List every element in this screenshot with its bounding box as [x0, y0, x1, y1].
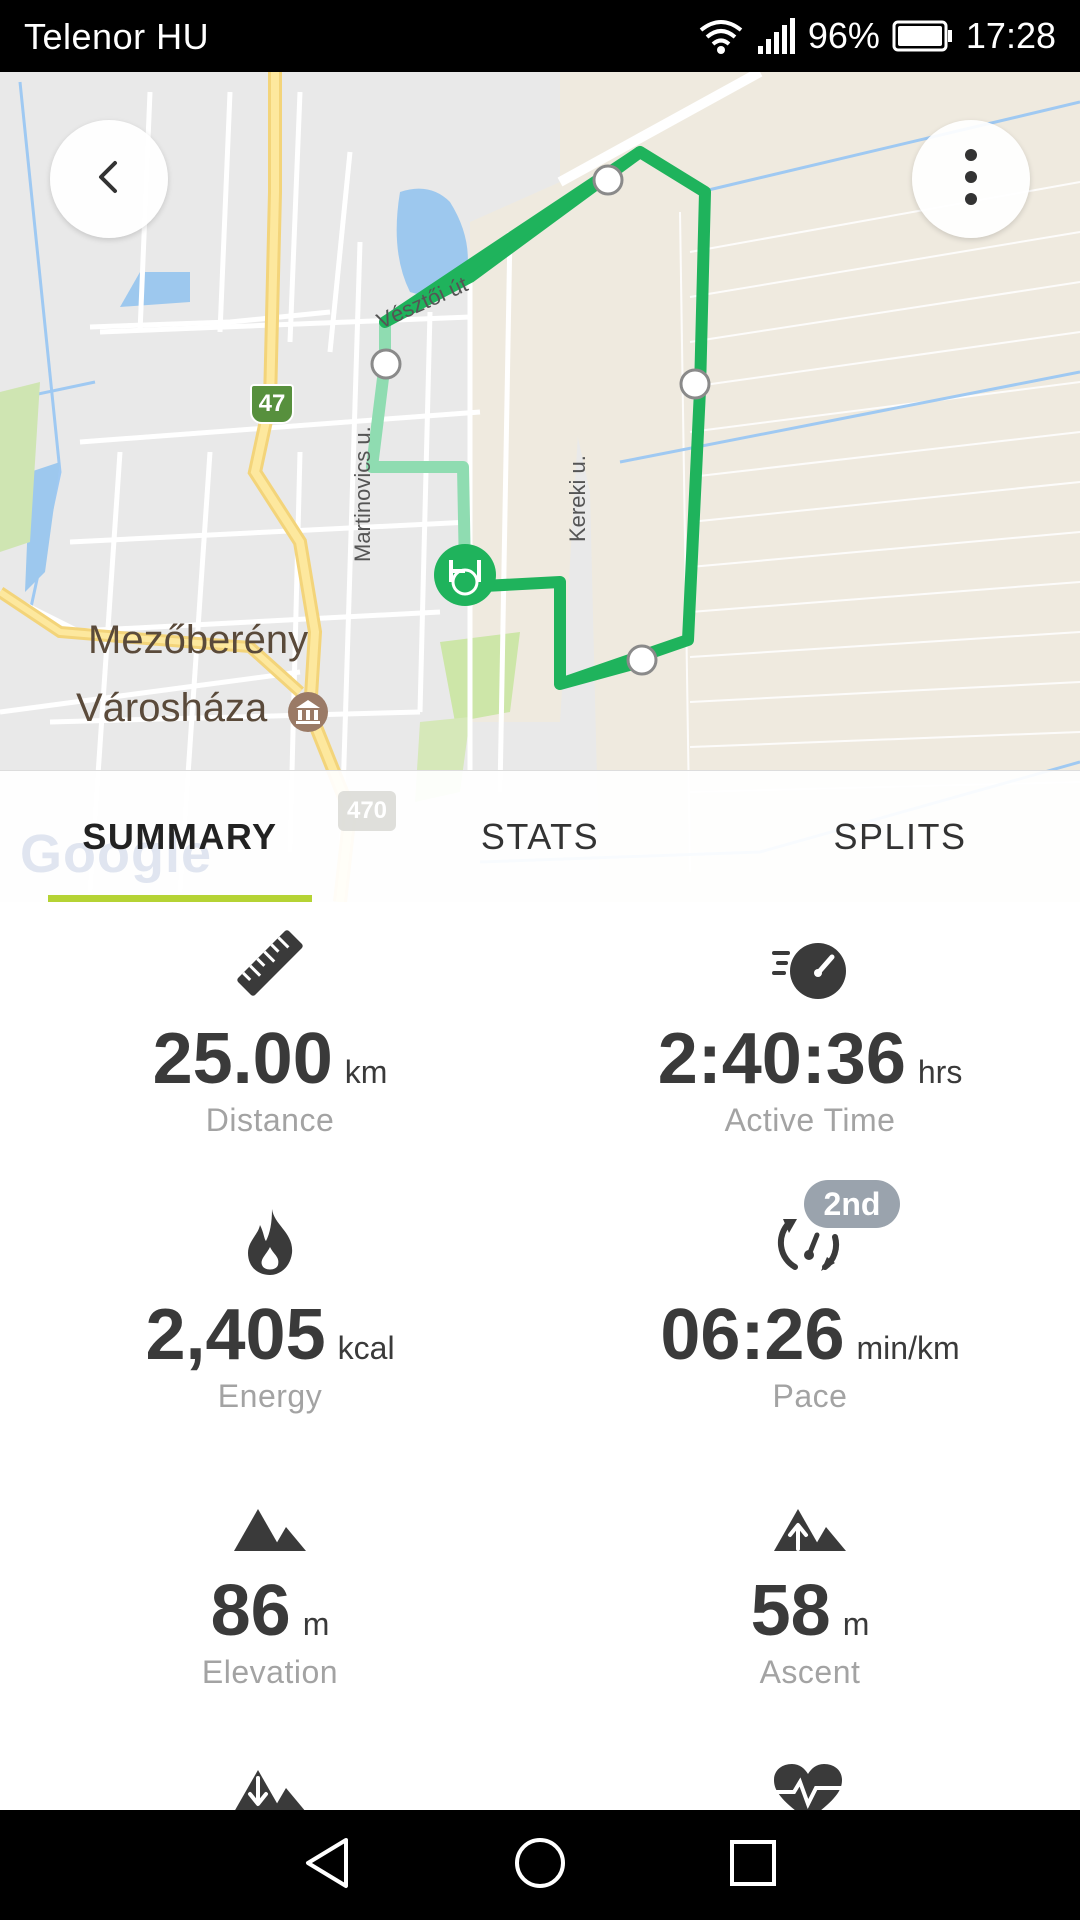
pace-rank-badge: 2nd — [804, 1180, 900, 1228]
stat-pace-value: 06:26 — [660, 1295, 845, 1375]
stat-pace-label: Pace — [772, 1378, 848, 1414]
map-label-townhall: Városháza — [76, 686, 268, 730]
stat-active-time-unit: hrs — [917, 1054, 963, 1090]
nav-home-icon — [513, 1836, 567, 1895]
stat-ascent-value: 58 — [750, 1571, 831, 1651]
road-47-label: 47 — [258, 390, 286, 417]
speedometer-icon — [772, 937, 848, 1006]
ruler-icon — [232, 925, 308, 1006]
map-label-town: Mezőberény — [88, 618, 309, 662]
battery-icon — [892, 20, 954, 52]
carrier-name: Telenor HU — [24, 16, 210, 57]
heart-rate-icon — [770, 1762, 846, 1810]
tab-summary[interactable]: SUMMARY — [48, 771, 312, 903]
stat-energy-value: 2,405 — [145, 1295, 326, 1375]
more-vert-icon — [961, 147, 981, 212]
battery-percent: 96% — [807, 15, 880, 56]
nav-recents-icon — [728, 1838, 778, 1893]
townhall-icon — [286, 690, 330, 739]
stat-ascent: 58 m Ascent — [540, 1478, 1080, 1691]
road-470-label: 470 — [346, 797, 388, 824]
stat-elevation-value: 86 — [210, 1571, 291, 1651]
stat-distance-unit: km — [344, 1054, 388, 1090]
stat-energy-unit: kcal — [337, 1330, 395, 1366]
tab-stats[interactable]: STATS — [400, 771, 680, 903]
stat-distance-value: 25.00 — [152, 1019, 333, 1099]
stat-energy: 2,405 kcal Energy — [0, 1202, 540, 1415]
back-button[interactable] — [50, 120, 168, 238]
nav-recents-button[interactable] — [713, 1825, 793, 1905]
stat-active-time: 2:40:36 hrs Active Time — [540, 926, 1080, 1139]
stat-energy-label: Energy — [217, 1378, 323, 1414]
more-options-button[interactable] — [912, 120, 1030, 238]
ascent-icon — [772, 1505, 848, 1558]
stat-pace-unit: min/km — [856, 1330, 960, 1366]
nav-home-button[interactable] — [500, 1825, 580, 1905]
flame-icon — [242, 1207, 298, 1282]
system-nav-bar — [0, 1810, 1080, 1920]
back-icon — [89, 157, 129, 202]
road-shield-47: 47 — [250, 384, 294, 424]
stat-ascent-unit: m — [842, 1606, 870, 1642]
stat-active-time-value: 2:40:36 — [657, 1019, 906, 1099]
stat-ascent-label: Ascent — [759, 1654, 861, 1690]
summary-stats: 25.00 km Distance 2:40:36 hrs Active Time … — [0, 902, 1080, 1810]
road-shield-470: 470 — [338, 791, 396, 831]
map-label-kereki: Kereki u. — [565, 455, 590, 542]
stat-elevation-unit: m — [302, 1606, 330, 1642]
start-marker-icon — [432, 542, 498, 613]
mountain-icon — [232, 1505, 308, 1558]
status-icons: 96% 17:28 — [698, 14, 1056, 58]
stat-active-time-label: Active Time — [724, 1102, 896, 1138]
stat-pace: 06:26 min/km Pace — [540, 1202, 1080, 1415]
signal-icon — [756, 16, 796, 56]
app-root: Telenor HU 96% 17:28 Vésztői út Martinov… — [0, 0, 1080, 1920]
stat-distance: 25.00 km Distance — [0, 926, 540, 1139]
wifi-icon — [698, 16, 744, 56]
stat-distance-label: Distance — [205, 1102, 335, 1138]
map-label-martinovics: Martinovics u. — [350, 426, 375, 562]
descent-icon — [232, 1766, 308, 1810]
stat-elevation-label: Elevation — [201, 1654, 339, 1690]
status-bar: Telenor HU 96% 17:28 — [0, 0, 1080, 72]
stat-elevation: 86 m Elevation — [0, 1478, 540, 1691]
tab-splits[interactable]: SPLITS — [760, 771, 1040, 903]
tab-bar: Google 470 SUMMARY STATS SPLITS — [0, 770, 1080, 903]
clock: 17:28 — [965, 15, 1056, 56]
nav-back-button[interactable] — [287, 1825, 367, 1905]
nav-back-icon — [302, 1836, 352, 1895]
